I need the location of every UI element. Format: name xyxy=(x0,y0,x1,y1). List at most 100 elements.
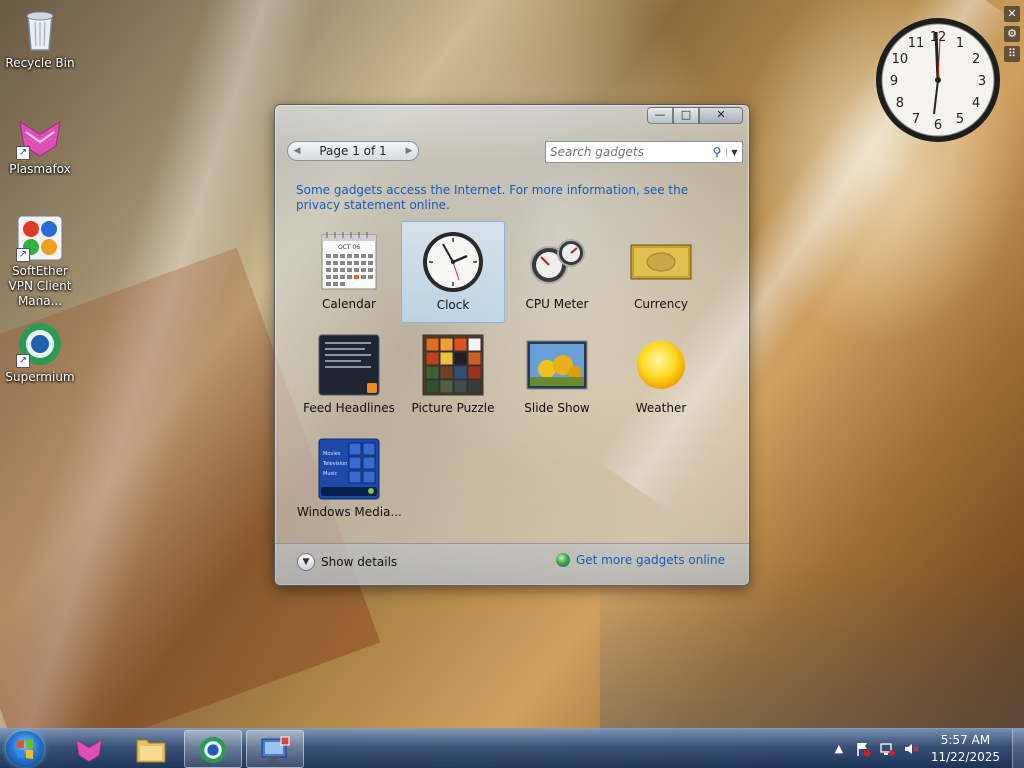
clock-number: 9 xyxy=(890,74,898,89)
gadget-weather[interactable]: Weather xyxy=(609,325,713,427)
gadget-label: Currency xyxy=(633,297,689,311)
desktop-icon-label: SoftEther VPN Client Mana... xyxy=(8,264,72,308)
close-button[interactable]: ✕ xyxy=(699,107,743,124)
slide-show-icon xyxy=(525,333,589,397)
search-icon[interactable]: ⚲ xyxy=(708,145,726,159)
window-controls: — □ ✕ xyxy=(647,107,743,124)
get-more-gadgets-link[interactable]: Get more gadgets online xyxy=(555,553,725,567)
minimize-button[interactable]: — xyxy=(647,107,673,124)
wrench-icon[interactable]: ⚙ xyxy=(1004,26,1020,42)
desktop-icon-label: Supermium xyxy=(5,370,75,384)
media-line-1: Movies xyxy=(323,451,341,457)
softether-vpn-icon: ↗ xyxy=(16,214,64,262)
desktop-icon-label: Plasmafox xyxy=(9,162,71,176)
gadget-gallery-window: — □ ✕ ◀ Page 1 of 1 ▶ ⚲ ▼ Some gadgets a… xyxy=(274,104,750,586)
gadget-label: Feed Headlines xyxy=(303,401,395,415)
desktop-icon-plasmafox[interactable]: ↗ Plasmafox xyxy=(0,112,80,177)
desktop-clock-gadget[interactable]: 12 1 2 3 4 5 6 7 8 9 10 11 xyxy=(874,6,1002,152)
calendar-month-text: OCT 06 xyxy=(338,244,360,251)
taskbar-gadgets-desktop[interactable] xyxy=(246,730,304,768)
gadget-side-toolbar: ✕ ⚙ ⠿ xyxy=(1004,6,1022,66)
maximize-button[interactable]: □ xyxy=(673,107,699,124)
network-icon[interactable] xyxy=(879,741,895,757)
action-center-flag-icon[interactable] xyxy=(855,741,871,757)
close-icon[interactable]: ✕ xyxy=(1004,6,1020,22)
search-input[interactable] xyxy=(546,145,708,159)
desktop-icon-supermium[interactable]: ↗ Supermium xyxy=(0,320,80,385)
supermium-icon xyxy=(197,735,229,765)
cpu-meter-icon xyxy=(525,229,589,293)
clock-number: 3 xyxy=(978,74,986,89)
desktop-gadgets-icon xyxy=(259,735,291,765)
drag-handle-icon[interactable]: ⠿ xyxy=(1004,46,1020,62)
gadget-label: Picture Puzzle xyxy=(411,401,495,415)
windows-logo-icon xyxy=(17,739,33,759)
next-page-icon[interactable]: ▶ xyxy=(400,146,418,156)
chevron-down-icon: ▼ xyxy=(297,553,315,571)
desktop-icon-softether-vpn[interactable]: ↗ SoftEther VPN Client Mana... xyxy=(0,214,80,309)
gadget-cpu-meter[interactable]: CPU Meter xyxy=(505,221,609,323)
clock-number: 2 xyxy=(972,52,980,67)
taskbar-plasmafox[interactable] xyxy=(60,730,118,768)
previous-page-icon[interactable]: ◀ xyxy=(288,146,306,156)
clock-number: 4 xyxy=(972,96,980,111)
picture-puzzle-icon xyxy=(421,333,485,397)
volume-muted-icon[interactable] xyxy=(903,741,919,757)
clock-number: 1 xyxy=(956,36,964,51)
search-box: ⚲ ▼ xyxy=(545,141,743,163)
plasmafox-icon: ↗ xyxy=(16,112,64,160)
gadget-label: Windows Media... xyxy=(297,505,402,519)
gadget-calendar[interactable]: OCT 06 Calendar xyxy=(297,221,401,323)
start-button[interactable] xyxy=(6,731,44,767)
gallery-footer: ▼ Show details Get more gadgets online xyxy=(275,543,749,585)
taskbar-clock[interactable]: 5:57 AM 11/22/2025 xyxy=(931,732,1000,766)
gadget-label: Slide Show xyxy=(524,401,590,415)
gadget-label: CPU Meter xyxy=(525,297,589,311)
taskbar: ▲ 5:57 AM 11/22/2025 xyxy=(0,728,1024,768)
clock-icon xyxy=(421,230,485,294)
wallpaper-shade xyxy=(600,560,1024,740)
feed-headlines-icon xyxy=(317,333,381,397)
taskbar-file-explorer[interactable] xyxy=(122,730,180,768)
sun-icon xyxy=(629,333,693,397)
show-desktop-button[interactable] xyxy=(1012,729,1024,768)
clock-number: 5 xyxy=(956,112,964,127)
privacy-notice-link[interactable]: Some gadgets access the Internet. For mo… xyxy=(296,183,716,213)
page-indicator: Page 1 of 1 xyxy=(319,144,387,158)
media-line-2: Television xyxy=(322,461,347,467)
gadget-picture-puzzle[interactable]: Picture Puzzle xyxy=(401,325,505,427)
show-details-label: Show details xyxy=(321,555,398,569)
taskbar-supermium[interactable] xyxy=(184,730,242,768)
gadget-clock[interactable]: Clock xyxy=(401,221,505,323)
show-hidden-icons-icon[interactable]: ▲ xyxy=(831,741,847,757)
media-line-3: Music xyxy=(323,471,337,477)
gadget-windows-media[interactable]: Movies Television Music Windows Media... xyxy=(297,429,402,531)
folder-icon xyxy=(135,734,167,764)
clock-number: 7 xyxy=(912,112,920,127)
gadget-currency[interactable]: Currency xyxy=(609,221,713,323)
gadget-feed-headlines[interactable]: Feed Headlines xyxy=(297,325,401,427)
calendar-icon: OCT 06 xyxy=(317,229,381,293)
taskbar-time: 5:57 AM xyxy=(940,733,991,747)
shortcut-arrow-icon: ↗ xyxy=(16,248,30,262)
search-dropdown-icon[interactable]: ▼ xyxy=(726,147,742,157)
shortcut-arrow-icon: ↗ xyxy=(16,146,30,160)
shortcut-arrow-icon: ↗ xyxy=(16,354,30,368)
desktop-icon-recycle-bin[interactable]: Recycle Bin xyxy=(0,6,80,71)
clock-number: 6 xyxy=(934,118,942,133)
recycle-bin-icon xyxy=(16,6,64,54)
get-more-gadgets-label: Get more gadgets online xyxy=(575,553,725,567)
clock-number: 11 xyxy=(908,36,925,51)
clock-number: 10 xyxy=(892,52,909,67)
currency-icon xyxy=(629,229,693,293)
desktop-icon-label: Recycle Bin xyxy=(5,56,75,70)
clock-number: 8 xyxy=(896,96,904,111)
gadget-slide-show[interactable]: Slide Show xyxy=(505,325,609,427)
show-details-button[interactable]: ▼ Show details xyxy=(297,553,397,571)
globe-icon xyxy=(555,553,570,567)
gadget-label: Clock xyxy=(436,298,470,312)
taskbar-date: 11/22/2025 xyxy=(930,750,1000,764)
supermium-icon: ↗ xyxy=(16,320,64,368)
gadget-label: Calendar xyxy=(322,297,376,311)
gadget-label: Weather xyxy=(635,401,687,415)
